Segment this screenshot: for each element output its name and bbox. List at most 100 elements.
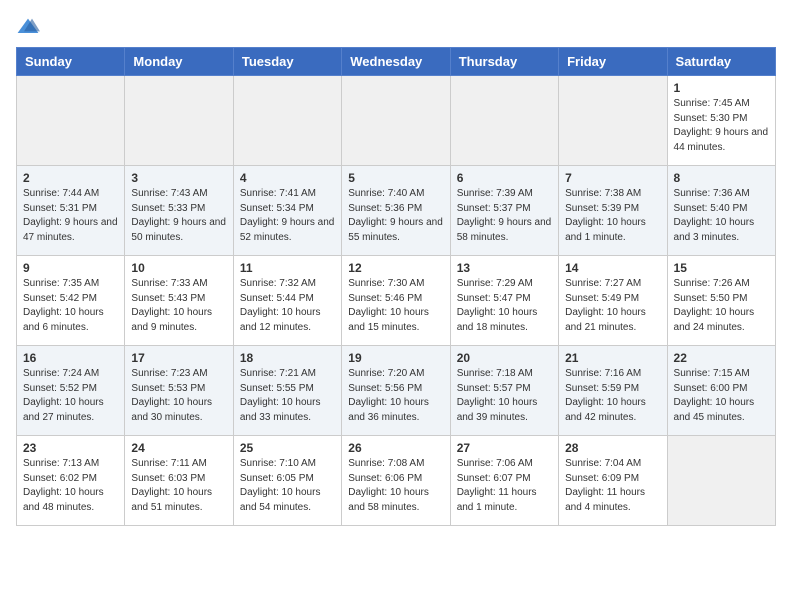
calendar-cell: 12 Sunrise: 7:30 AM Sunset: 5:46 PM Dayli… (342, 256, 450, 346)
day-number: 3 (131, 171, 226, 185)
day-number: 28 (565, 441, 660, 455)
calendar-cell: 2 Sunrise: 7:44 AM Sunset: 5:31 PM Daylig… (17, 166, 125, 256)
calendar-cell (17, 76, 125, 166)
day-info: Sunrise: 7:43 AM Sunset: 5:33 PM Dayligh… (131, 187, 226, 245)
calendar-cell: 1 Sunrise: 7:45 AM Sunset: 5:30 PM Daylig… (667, 76, 775, 166)
logo (16, 16, 44, 37)
weekday-header-saturday: Saturday (667, 48, 775, 76)
calendar-week-1: 1 Sunrise: 7:45 AM Sunset: 5:30 PM Daylig… (17, 76, 776, 166)
day-info: Sunrise: 7:33 AM Sunset: 5:43 PM Dayligh… (131, 277, 226, 335)
day-number: 20 (457, 351, 552, 365)
day-info: Sunrise: 7:15 AM Sunset: 6:00 PM Dayligh… (674, 367, 769, 425)
day-number: 17 (131, 351, 226, 365)
day-info: Sunrise: 7:29 AM Sunset: 5:47 PM Dayligh… (457, 277, 552, 335)
day-info: Sunrise: 7:10 AM Sunset: 6:05 PM Dayligh… (240, 457, 335, 515)
calendar-cell: 28Sunrise: 7:04 AM Sunset: 6:09 PM Dayli… (559, 436, 667, 526)
calendar-cell: 18 Sunrise: 7:21 AM Sunset: 5:55 PM Dayli… (233, 346, 341, 436)
day-number: 14 (565, 261, 660, 275)
day-number: 18 (240, 351, 335, 365)
day-info: Sunrise: 7:38 AM Sunset: 5:39 PM Dayligh… (565, 187, 660, 245)
calendar-cell: 10 Sunrise: 7:33 AM Sunset: 5:43 PM Dayli… (125, 256, 233, 346)
day-info: Sunrise: 7:16 AM Sunset: 5:59 PM Dayligh… (565, 367, 660, 425)
day-number: 10 (131, 261, 226, 275)
calendar-cell (667, 436, 775, 526)
page-header (16, 16, 776, 37)
calendar-cell: 17 Sunrise: 7:23 AM Sunset: 5:53 PM Dayli… (125, 346, 233, 436)
day-info: Sunrise: 7:24 AM Sunset: 5:52 PM Dayligh… (23, 367, 118, 425)
day-info: Sunrise: 7:06 AM Sunset: 6:07 PM Dayligh… (457, 457, 552, 515)
calendar-cell: 4 Sunrise: 7:41 AM Sunset: 5:34 PM Daylig… (233, 166, 341, 256)
calendar-week-5: 23Sunrise: 7:13 AM Sunset: 6:02 PM Dayli… (17, 436, 776, 526)
day-info: Sunrise: 7:45 AM Sunset: 5:30 PM Dayligh… (674, 97, 769, 155)
calendar-cell: 5 Sunrise: 7:40 AM Sunset: 5:36 PM Daylig… (342, 166, 450, 256)
calendar-table: SundayMondayTuesdayWednesdayThursdayFrid… (16, 47, 776, 526)
day-number: 11 (240, 261, 335, 275)
calendar-cell: 11Sunrise: 7:32 AM Sunset: 5:44 PM Dayli… (233, 256, 341, 346)
day-number: 25 (240, 441, 335, 455)
calendar-week-4: 16 Sunrise: 7:24 AM Sunset: 5:52 PM Dayli… (17, 346, 776, 436)
day-number: 7 (565, 171, 660, 185)
day-number: 27 (457, 441, 552, 455)
day-number: 5 (348, 171, 443, 185)
day-number: 6 (457, 171, 552, 185)
calendar-cell: 24 Sunrise: 7:11 AM Sunset: 6:03 PM Dayli… (125, 436, 233, 526)
day-info: Sunrise: 7:20 AM Sunset: 5:56 PM Dayligh… (348, 367, 443, 425)
logo-icon (16, 17, 40, 37)
day-info: Sunrise: 7:40 AM Sunset: 5:36 PM Dayligh… (348, 187, 443, 245)
day-number: 9 (23, 261, 118, 275)
calendar-cell: 26 Sunrise: 7:08 AM Sunset: 6:06 PM Dayli… (342, 436, 450, 526)
calendar-cell: 16 Sunrise: 7:24 AM Sunset: 5:52 PM Dayli… (17, 346, 125, 436)
day-number: 26 (348, 441, 443, 455)
day-info: Sunrise: 7:08 AM Sunset: 6:06 PM Dayligh… (348, 457, 443, 515)
weekday-header-tuesday: Tuesday (233, 48, 341, 76)
day-number: 22 (674, 351, 769, 365)
calendar-cell: 27 Sunrise: 7:06 AM Sunset: 6:07 PM Dayli… (450, 436, 558, 526)
day-number: 16 (23, 351, 118, 365)
calendar-cell (450, 76, 558, 166)
day-info: Sunrise: 7:23 AM Sunset: 5:53 PM Dayligh… (131, 367, 226, 425)
calendar-cell: 20 Sunrise: 7:18 AM Sunset: 5:57 PM Dayli… (450, 346, 558, 436)
calendar-header-row: SundayMondayTuesdayWednesdayThursdayFrid… (17, 48, 776, 76)
day-number: 1 (674, 81, 769, 95)
weekday-header-sunday: Sunday (17, 48, 125, 76)
day-info: Sunrise: 7:44 AM Sunset: 5:31 PM Dayligh… (23, 187, 118, 245)
day-number: 15 (674, 261, 769, 275)
day-info: Sunrise: 7:35 AM Sunset: 5:42 PM Dayligh… (23, 277, 118, 335)
day-info: Sunrise: 7:26 AM Sunset: 5:50 PM Dayligh… (674, 277, 769, 335)
weekday-header-wednesday: Wednesday (342, 48, 450, 76)
day-info: Sunrise: 7:21 AM Sunset: 5:55 PM Dayligh… (240, 367, 335, 425)
weekday-header-friday: Friday (559, 48, 667, 76)
calendar-cell: 13 Sunrise: 7:29 AM Sunset: 5:47 PM Dayli… (450, 256, 558, 346)
calendar-cell: 25 Sunrise: 7:10 AM Sunset: 6:05 PM Dayli… (233, 436, 341, 526)
day-info: Sunrise: 7:27 AM Sunset: 5:49 PM Dayligh… (565, 277, 660, 335)
calendar-cell: 3 Sunrise: 7:43 AM Sunset: 5:33 PM Daylig… (125, 166, 233, 256)
calendar-cell (233, 76, 341, 166)
day-number: 12 (348, 261, 443, 275)
day-info: Sunrise: 7:41 AM Sunset: 5:34 PM Dayligh… (240, 187, 335, 245)
calendar-week-2: 2 Sunrise: 7:44 AM Sunset: 5:31 PM Daylig… (17, 166, 776, 256)
calendar-cell: 8Sunrise: 7:36 AM Sunset: 5:40 PM Daylig… (667, 166, 775, 256)
day-number: 2 (23, 171, 118, 185)
calendar-cell: 19 Sunrise: 7:20 AM Sunset: 5:56 PM Dayli… (342, 346, 450, 436)
day-info: Sunrise: 7:11 AM Sunset: 6:03 PM Dayligh… (131, 457, 226, 515)
calendar-cell (125, 76, 233, 166)
calendar-cell: 14 Sunrise: 7:27 AM Sunset: 5:49 PM Dayli… (559, 256, 667, 346)
weekday-header-thursday: Thursday (450, 48, 558, 76)
day-info: Sunrise: 7:39 AM Sunset: 5:37 PM Dayligh… (457, 187, 552, 245)
day-number: 8 (674, 171, 769, 185)
calendar-week-3: 9 Sunrise: 7:35 AM Sunset: 5:42 PM Daylig… (17, 256, 776, 346)
day-number: 4 (240, 171, 335, 185)
day-info: Sunrise: 7:18 AM Sunset: 5:57 PM Dayligh… (457, 367, 552, 425)
day-number: 21 (565, 351, 660, 365)
calendar-cell: 23Sunrise: 7:13 AM Sunset: 6:02 PM Dayli… (17, 436, 125, 526)
calendar-cell: 15 Sunrise: 7:26 AM Sunset: 5:50 PM Dayli… (667, 256, 775, 346)
day-number: 13 (457, 261, 552, 275)
weekday-header-monday: Monday (125, 48, 233, 76)
day-number: 24 (131, 441, 226, 455)
calendar-cell: 22 Sunrise: 7:15 AM Sunset: 6:00 PM Dayli… (667, 346, 775, 436)
calendar-cell: 21 Sunrise: 7:16 AM Sunset: 5:59 PM Dayli… (559, 346, 667, 436)
day-info: Sunrise: 7:13 AM Sunset: 6:02 PM Dayligh… (23, 457, 118, 515)
calendar-cell (559, 76, 667, 166)
day-number: 19 (348, 351, 443, 365)
day-info: Sunrise: 7:30 AM Sunset: 5:46 PM Dayligh… (348, 277, 443, 335)
